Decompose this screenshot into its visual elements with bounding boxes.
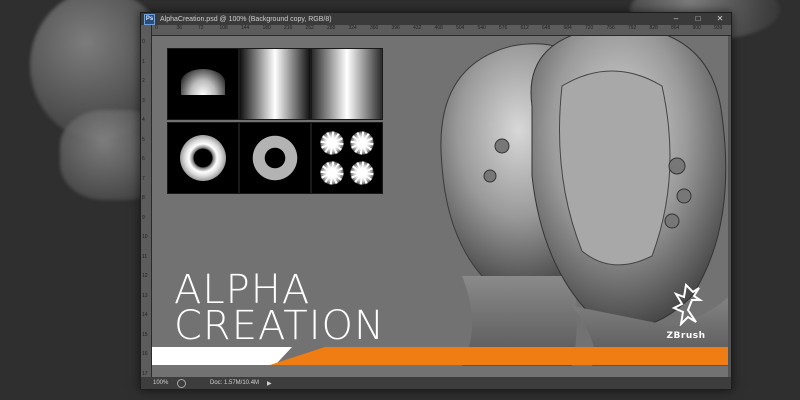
ruler-tick-label: 288 — [327, 25, 336, 31]
document-title: AlphaCreation.psd @ 100% (Background cop… — [160, 15, 332, 23]
ruler-tick-label: 180 — [262, 25, 271, 31]
ruler-tick-label: 720 — [585, 25, 594, 31]
title-bar[interactable]: Ps AlphaCreation.psd @ 100% (Background … — [141, 13, 731, 25]
headline: Alpha Creation — [174, 270, 385, 349]
ruler-tick-label: 612 — [520, 25, 529, 31]
ruler-tick-label: 10 — [142, 234, 148, 240]
status-bar: 100% Doc: 1.57M/10.4M ▶ — [141, 377, 731, 389]
ruler-tick-label: 432 — [413, 25, 422, 31]
ruler-tick-label: 648 — [542, 25, 551, 31]
ruler-tick-label: 1 — [142, 58, 145, 65]
alpha-tile-ring-flat — [239, 122, 311, 194]
ruler-tick-label: 15 — [142, 331, 148, 338]
flower-shape — [320, 131, 344, 155]
ruler-tick-label: 396 — [391, 25, 400, 31]
ruler-tick-label: 11 — [142, 253, 148, 260]
ruler-tick-label: 828 — [649, 25, 658, 31]
photoshop-app-icon: Ps — [144, 13, 155, 25]
ruler-tick-label: 5 — [142, 136, 145, 143]
zbrush-logo-text: ZBrush — [666, 331, 706, 341]
zbrush-figure-icon — [671, 282, 704, 327]
ruler-tick-label: 540 — [477, 25, 486, 31]
ruler-tick-label: 3 — [142, 97, 145, 104]
ruler-tick-label: 36 — [176, 25, 183, 31]
ruler-tick-label: 900 — [692, 25, 701, 31]
status-menu-arrow-icon[interactable]: ▶ — [267, 380, 272, 387]
ruler-tick-label: 468 — [434, 25, 443, 31]
ruler-tick-label: 108 — [219, 25, 228, 31]
alpha-tile-gradient-hard — [311, 48, 383, 120]
ring-shape — [252, 135, 298, 181]
alpha-tile-gradient-soft — [239, 48, 311, 120]
vertical-ruler[interactable]: 0 1 2 3 4 5 6 7 8 9 10 11 12 13 14 15 16 17 — [141, 25, 152, 377]
headline-line-2: Creation — [174, 303, 385, 349]
ruler-tick-label: 576 — [499, 25, 508, 31]
ruler-tick-label: 504 — [456, 25, 465, 31]
accent-stripe-white — [152, 347, 292, 365]
ruler-tick-label: 216 — [284, 25, 293, 31]
close-button[interactable]: ✕ — [709, 13, 731, 25]
accent-stripe-orange — [270, 347, 728, 365]
ruler-tick-label: 13 — [142, 292, 148, 299]
ruler-tick-label: 324 — [348, 25, 357, 31]
ruler-tick-label: 252 — [305, 25, 314, 31]
ruler-tick-label: 72 — [198, 25, 204, 31]
ruler-tick-label: 9 — [142, 214, 145, 221]
ruler-tick-label: 360 — [370, 25, 379, 31]
ruler-tick-label: 936 — [714, 25, 723, 31]
alpha-tile-ring-beveled — [167, 122, 239, 194]
ruler-tick-label: 864 — [671, 25, 680, 31]
zbrush-logo: ZBrush — [662, 282, 710, 352]
ruler-tick-label: 12 — [142, 273, 148, 279]
ruler-tick-label: 144 — [241, 25, 250, 31]
ruler-tick-label: 8 — [142, 195, 145, 201]
ruler-tick-label: 684 — [563, 25, 572, 31]
ruler-tick-label: 6 — [142, 156, 145, 162]
ruler-tick-label: 7 — [142, 175, 145, 182]
maximize-button[interactable]: □ — [687, 13, 709, 25]
flower-shape — [320, 161, 344, 185]
ruler-tick-label: 14 — [142, 312, 148, 318]
ruler-tick-label: 792 — [628, 25, 637, 31]
ruler-tick-label: 16 — [142, 351, 148, 357]
horizontal-ruler[interactable]: 0 36 72 108 144 180 216 252 288 324 360 396 432 468 50… — [151, 25, 731, 36]
ruler-tick-label: 0 — [142, 39, 145, 45]
doc-status-icon[interactable] — [177, 378, 186, 388]
ruler-tick-label: 2 — [142, 78, 145, 84]
minimize-button[interactable]: – — [665, 13, 687, 25]
alpha-tile-flowers — [311, 122, 383, 194]
document-info: Doc: 1.57M/10.4M — [210, 380, 260, 386]
ruler-tick-label: 17 — [142, 370, 148, 377]
flower-shape — [350, 131, 374, 155]
accent-stripe — [152, 347, 728, 365]
ruler-tick-label: 756 — [606, 25, 615, 31]
ruler-tick-label: 0 — [155, 25, 158, 31]
ring-shape — [180, 135, 226, 181]
document-canvas[interactable]: Alpha Creation ZBrush — [152, 36, 728, 377]
zoom-level[interactable]: 100% — [153, 380, 173, 386]
ruler-tick-label: 4 — [142, 117, 145, 123]
alpha-tile-cone — [167, 48, 239, 120]
photoshop-document-window[interactable]: Ps AlphaCreation.psd @ 100% (Background … — [140, 12, 732, 390]
flower-shape — [350, 161, 374, 185]
